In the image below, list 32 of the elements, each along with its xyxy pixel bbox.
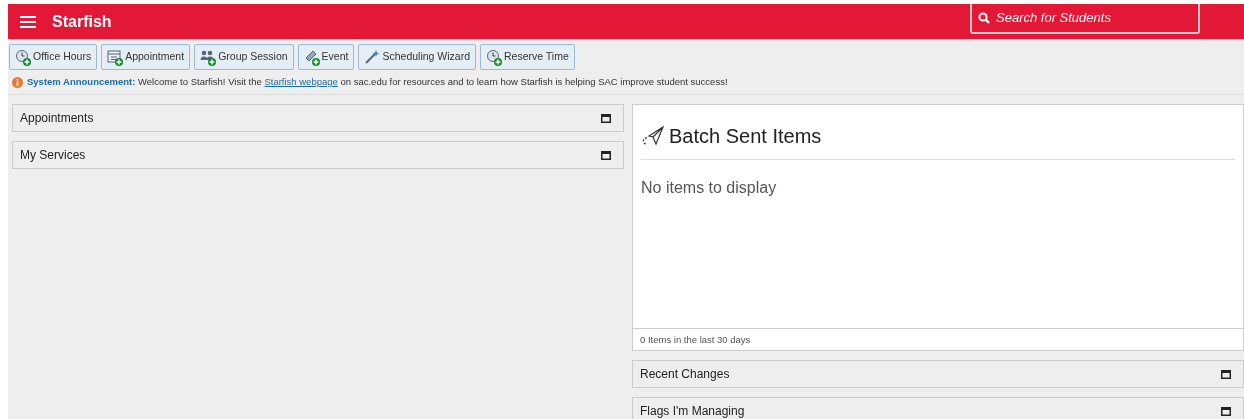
event-add-icon <box>303 48 320 66</box>
window-toggle-icon[interactable] <box>1221 369 1231 379</box>
info-icon <box>12 76 23 88</box>
toolbar-button[interactable]: Appointment <box>101 44 191 70</box>
people-add-icon <box>200 48 217 66</box>
wand-icon <box>364 48 381 66</box>
toolbar-button[interactable]: Office Hours <box>9 44 98 70</box>
toolbar-button[interactable]: Reserve Time <box>480 44 575 70</box>
toolbar-button[interactable]: Scheduling Wizard <box>358 44 476 70</box>
window-toggle-icon[interactable] <box>601 113 611 123</box>
panel-title: My Services <box>20 147 86 165</box>
announcement-text: System Announcement: Welcome to Starfish! Visit the Starfish webpage on sac.edu for resources and to learn how Starfish is helping SAC improve student success! <box>27 75 728 89</box>
toolbar-button[interactable]: Event <box>297 44 355 70</box>
announcement-link[interactable]: Starfish webpage <box>264 76 338 87</box>
empty-message: No items to display <box>641 179 777 197</box>
search-input[interactable]: Search for Students <box>994 7 1184 29</box>
calendar-add-icon <box>107 48 124 66</box>
panel-title: Recent Changes <box>640 366 730 384</box>
window-toggle-icon[interactable] <box>1221 406 1231 416</box>
panel-title: Flags I'm Managing <box>640 403 745 419</box>
card-footer-text: 0 Items in the last 30 days <box>640 332 751 347</box>
search-icon[interactable] <box>978 12 990 24</box>
clock-add-icon <box>15 48 31 66</box>
app-title: Starfish <box>52 11 112 32</box>
toolbar-button[interactable]: Group Session <box>194 44 294 70</box>
card-title: Batch Sent Items <box>669 124 822 150</box>
window-toggle-icon[interactable] <box>601 150 611 160</box>
menu-icon[interactable] <box>20 15 36 28</box>
paper-plane-icon <box>641 125 665 148</box>
panel-title: Appointments <box>20 110 94 128</box>
clock-add-icon <box>486 48 502 66</box>
search-field[interactable]: Search for Students <box>970 4 1200 34</box>
